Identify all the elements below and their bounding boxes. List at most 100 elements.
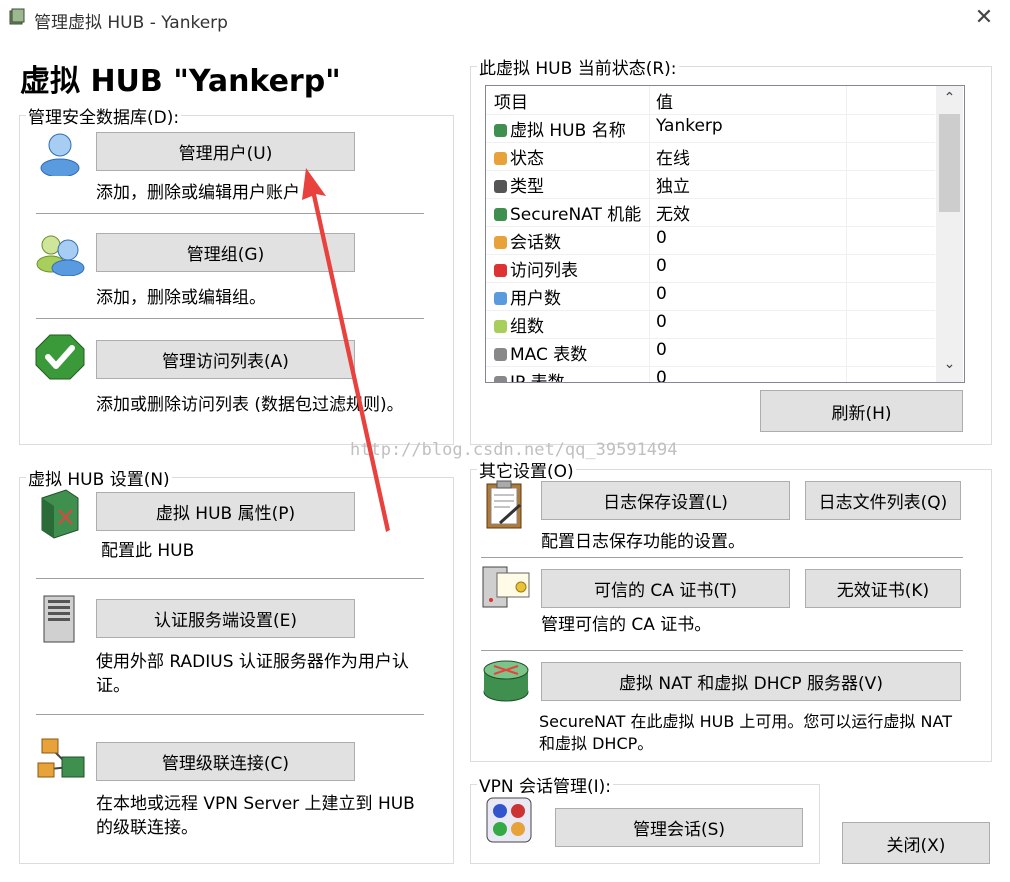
scroll-down-icon[interactable]: ⌄ xyxy=(939,356,960,376)
status-legend: 此虚拟 HUB 当前状态(R): xyxy=(479,59,677,79)
list-item[interactable]: MAC 表数 0 xyxy=(486,338,935,367)
list-item-value: Yankerp xyxy=(656,116,723,136)
list-item-label: SecureNAT 机能 xyxy=(510,205,642,225)
list-item-value: 独立 xyxy=(656,177,690,197)
list-item-label-cell: 虚拟 HUB 名称 xyxy=(494,116,644,141)
sessions-icon xyxy=(486,797,532,843)
list-item-label-cell: 状态 xyxy=(494,144,644,169)
hub-properties-description: 配置此 HUB xyxy=(101,541,195,561)
status-list[interactable]: 项目 值 虚拟 HUB 名称 Yankerp 状态 在线 类型 独立 SecureNAT 机… xyxy=(485,85,965,383)
list-item-value: 0 xyxy=(656,312,667,332)
router-icon xyxy=(483,660,529,702)
scroll-up-icon[interactable]: ⌃ xyxy=(939,90,960,110)
list-item-value: 无效 xyxy=(656,205,690,225)
manage-cascade-button[interactable]: 管理级联连接(C) xyxy=(96,742,355,781)
separator xyxy=(36,578,424,579)
red-arrow-annotation xyxy=(302,168,390,532)
list-item-value: 0 xyxy=(656,284,667,304)
auth-server-description-2: 证。 xyxy=(96,676,130,696)
cascade-connection-icon xyxy=(37,738,85,778)
user-icon xyxy=(40,133,80,176)
group-icon xyxy=(36,235,85,276)
trusted-ca-description: 管理可信的 CA 证书。 xyxy=(541,615,712,635)
session-legend: VPN 会话管理(I): xyxy=(479,777,612,797)
nat-description-2: 和虚拟 DHCP。 xyxy=(539,734,654,753)
type-icon xyxy=(494,180,507,193)
list-item[interactable]: 用户数 0 xyxy=(486,282,935,311)
invalid-cert-button[interactable]: 无效证书(K) xyxy=(805,569,961,608)
securenat-icon xyxy=(494,208,507,221)
window-close-icon[interactable]: ✕ xyxy=(966,2,1002,34)
log-settings-description: 配置日志保存功能的设置。 xyxy=(541,532,745,552)
list-item-label: 访问列表 xyxy=(510,261,578,281)
status-icon xyxy=(494,152,507,165)
nat-description-1: SecureNAT 在此虚拟 HUB 上可用。您可以运行虚拟 NAT xyxy=(539,712,952,731)
separator xyxy=(481,650,963,651)
list-item-value: 0 xyxy=(656,228,667,248)
auth-server-settings-button[interactable]: 认证服务端设置(E) xyxy=(96,599,355,638)
close-button[interactable]: 关闭(X) xyxy=(842,822,990,864)
list-item-label: 类型 xyxy=(510,177,544,197)
separator xyxy=(36,714,424,715)
cascade-description-2: 的级联连接。 xyxy=(96,818,198,838)
ip-table-icon xyxy=(494,376,507,382)
list-item-value: 0 xyxy=(656,368,667,383)
certificate-icon xyxy=(482,566,530,608)
list-item-label: 会话数 xyxy=(510,233,561,253)
list-item-label: 组数 xyxy=(510,317,544,337)
access-list-icon xyxy=(494,264,507,277)
hub-settings-legend: 虚拟 HUB 设置(N) xyxy=(28,470,170,490)
list-item-label: 虚拟 HUB 名称 xyxy=(510,121,626,141)
mac-table-icon xyxy=(494,348,507,361)
session-icon xyxy=(494,236,507,249)
list-item[interactable]: 类型 独立 xyxy=(486,170,935,199)
hub-icon xyxy=(494,124,507,137)
log-settings-icon xyxy=(486,480,522,529)
list-item[interactable]: IP 表数 0 xyxy=(486,366,935,383)
list-item-value: 0 xyxy=(656,256,667,276)
list-item-label-cell: 组数 xyxy=(494,312,644,337)
window-title: 管理虚拟 HUB - Yankerp xyxy=(34,13,228,33)
user-icon xyxy=(494,292,507,305)
list-item-label-cell: SecureNAT 机能 xyxy=(494,200,644,225)
server-icon xyxy=(43,595,75,643)
list-item-label: IP 表数 xyxy=(510,373,565,383)
scrollbar-thumb[interactable] xyxy=(939,114,960,212)
access-list-icon xyxy=(35,334,85,380)
cascade-description-1: 在本地或远程 VPN Server 上建立到 HUB xyxy=(96,794,415,814)
list-item[interactable]: 会话数 0 xyxy=(486,226,935,255)
group-icon xyxy=(494,320,507,333)
list-item-value: 在线 xyxy=(656,149,690,169)
list-item-label-cell: 会话数 xyxy=(494,228,644,253)
list-item-label-cell: 类型 xyxy=(494,172,644,197)
trusted-ca-button[interactable]: 可信的 CA 证书(T) xyxy=(541,569,790,608)
manage-sessions-button[interactable]: 管理会话(S) xyxy=(555,808,803,847)
virtual-nat-dhcp-button[interactable]: 虚拟 NAT 和虚拟 DHCP 服务器(V) xyxy=(541,662,961,701)
app-icon xyxy=(9,8,25,25)
separator xyxy=(481,557,963,558)
manage-users-description: 添加，删除或编辑用户账户 xyxy=(96,183,300,203)
list-header: 项目 值 xyxy=(486,86,935,115)
list-item[interactable]: 访问列表 0 xyxy=(486,254,935,283)
list-item-label: 状态 xyxy=(510,149,544,169)
list-item-label-cell: 用户数 xyxy=(494,284,644,309)
list-item-label-cell: IP 表数 xyxy=(494,368,644,383)
list-item-label-cell: MAC 表数 xyxy=(494,340,644,365)
list-item-label: MAC 表数 xyxy=(510,345,588,365)
log-save-settings-button[interactable]: 日志保存设置(L) xyxy=(541,481,790,520)
list-item-label-cell: 访问列表 xyxy=(494,256,644,281)
list-item[interactable]: 虚拟 HUB 名称 Yankerp xyxy=(486,114,935,143)
column-header-value[interactable]: 值 xyxy=(656,88,673,113)
list-item-label: 用户数 xyxy=(510,289,561,309)
column-header-item[interactable]: 项目 xyxy=(494,88,644,113)
page-title: 虚拟 HUB "Yankerp" xyxy=(20,64,341,99)
auth-server-description-1: 使用外部 RADIUS 认证服务器作为用户认 xyxy=(96,652,409,672)
list-item[interactable]: 状态 在线 xyxy=(486,142,935,171)
log-file-list-button[interactable]: 日志文件列表(Q) xyxy=(805,481,961,520)
security-db-legend: 管理安全数据库(D): xyxy=(28,108,180,128)
list-item[interactable]: 组数 0 xyxy=(486,310,935,339)
hub-properties-icon xyxy=(41,489,79,539)
refresh-button[interactable]: 刷新(H) xyxy=(760,390,963,432)
list-item-value: 0 xyxy=(656,340,667,360)
list-item[interactable]: SecureNAT 机能 无效 xyxy=(486,198,935,227)
